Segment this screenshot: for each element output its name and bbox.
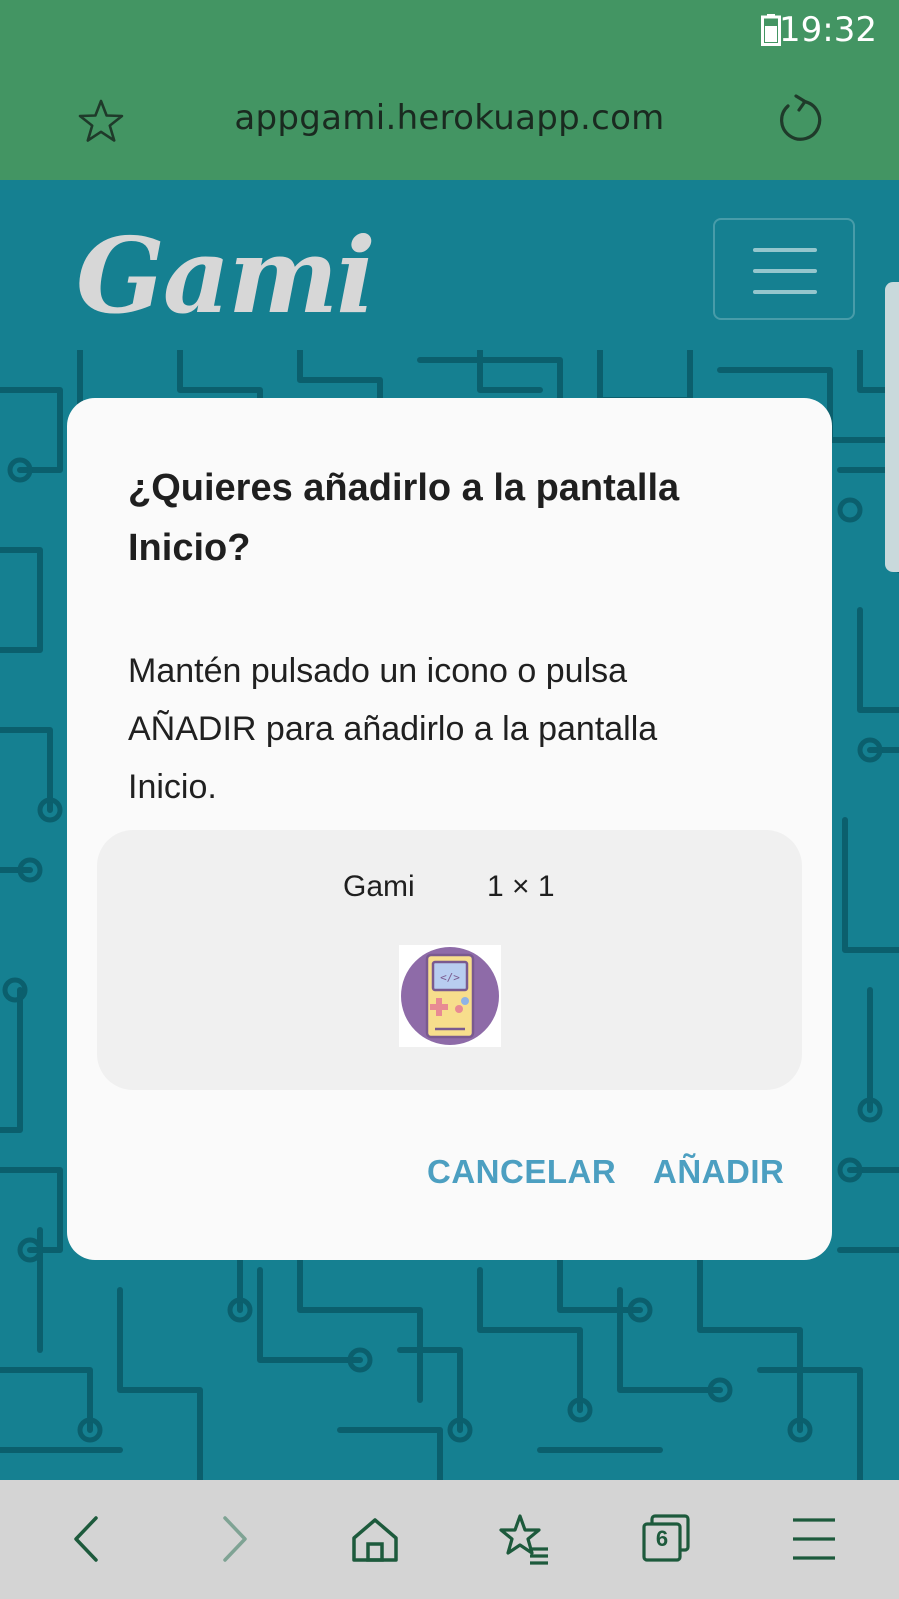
status-time: 19:32 xyxy=(779,10,877,50)
add-to-home-dialog: ¿Quieres añadirlo a la pantalla Inicio? … xyxy=(67,398,832,1260)
forward-icon[interactable] xyxy=(203,1508,265,1570)
tabs-count: 6 xyxy=(655,1526,669,1551)
menu-icon-line xyxy=(753,269,817,273)
svg-text:</>: </> xyxy=(440,971,460,984)
address-bar: appgami.herokuapp.com xyxy=(0,62,899,180)
more-menu-icon[interactable] xyxy=(783,1508,845,1570)
dialog-message: Mantén pulsado un icono o pulsa AÑADIR p… xyxy=(128,652,658,806)
tabs-icon[interactable]: 6 xyxy=(636,1508,698,1570)
cancel-button[interactable]: CANCELAR xyxy=(427,1153,616,1191)
scrollbar-indicator[interactable] xyxy=(885,282,899,572)
menu-icon xyxy=(753,248,817,252)
add-button[interactable]: AÑADIR xyxy=(653,1153,784,1191)
shortcut-name: Gami xyxy=(343,870,415,903)
bottom-toolbar: 6 xyxy=(0,1480,899,1599)
back-icon[interactable] xyxy=(56,1508,118,1570)
reload-icon[interactable] xyxy=(772,94,824,146)
app-icon[interactable]: </> xyxy=(399,945,501,1047)
site-logo[interactable]: Gami xyxy=(76,214,376,337)
menu-icon-line xyxy=(753,290,817,294)
dialog-title: ¿Quieres añadirlo a la pantalla Inicio? xyxy=(128,467,680,569)
site-header: Gami xyxy=(0,180,899,350)
status-bar: 19:32 xyxy=(0,0,899,62)
shortcut-preview[interactable]: Gami 1 × 1 </> xyxy=(97,830,802,1090)
menu-button[interactable] xyxy=(713,218,855,320)
battery-icon xyxy=(761,14,781,46)
shortcut-size: 1 × 1 xyxy=(487,870,555,903)
bookmarks-icon[interactable] xyxy=(492,1508,554,1570)
home-icon[interactable] xyxy=(344,1508,406,1570)
url-field[interactable]: appgami.herokuapp.com xyxy=(0,98,899,138)
